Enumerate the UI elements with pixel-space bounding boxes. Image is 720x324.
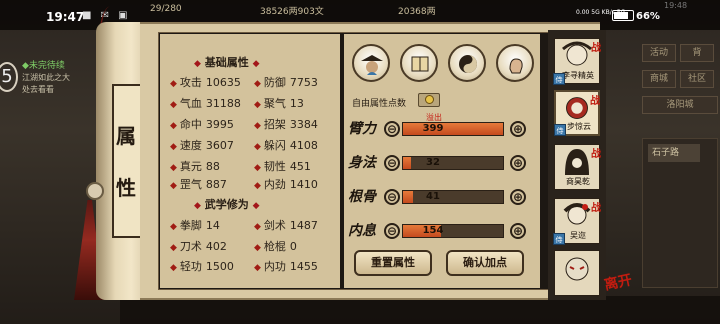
minus-button[interactable]: ⊖ (384, 223, 400, 239)
resource-silver: 20368两 (398, 7, 436, 17)
character-card[interactable]: 战 李寻精英 侍 (553, 38, 601, 85)
free-points-badge (418, 93, 440, 107)
attr-bar: 41 (402, 190, 504, 204)
martial-title: 武学修为 (204, 198, 249, 211)
stat-row: ◆ 内功 1455 (254, 260, 318, 273)
scroll-label (112, 84, 142, 238)
character-portrait-icon (565, 257, 589, 281)
confirm-points-button[interactable]: 确认加点 (446, 250, 524, 276)
stat-row: ◆ 命中 3995 (170, 118, 234, 131)
character-card-selected[interactable]: 战 步惊云 侍 (554, 90, 600, 136)
attr-strength-label: 臂力 (348, 121, 376, 137)
stat-row: ◆ 攻击 10635 (170, 76, 241, 89)
basic-attrs-heading: ◆ 基础属性 ◆ (194, 56, 260, 69)
attr-value: 32 (426, 157, 440, 168)
book-avatar-icon[interactable] (400, 44, 438, 82)
character-name: 商昊乾 (566, 177, 590, 186)
fist-avatar-icon[interactable] (496, 44, 534, 82)
yinyang-avatar-icon[interactable] (448, 44, 486, 82)
attr-value: 41 (426, 191, 440, 202)
stat-row: ◆ 躲闪 4108 (254, 139, 318, 152)
shop-button[interactable]: 商城 (642, 70, 676, 88)
minus-button[interactable]: ⊖ (384, 121, 400, 137)
scroll-title-char: 性 (116, 176, 136, 200)
society-button[interactable]: 社区 (680, 70, 714, 88)
minus-button[interactable]: ⊖ (384, 189, 400, 205)
attr-breath-label: 内息 (348, 223, 376, 239)
stat-row: ◆ 枪棍 0 (254, 240, 297, 253)
attendant-badge: 侍 (553, 73, 565, 85)
plus-button[interactable]: ⊕ (510, 121, 526, 137)
stat-row: ◆ 罡气 887 (170, 178, 227, 191)
b1-button[interactable]: 背 (680, 44, 714, 62)
character-card[interactable]: 战 商昊乾 (554, 144, 601, 190)
stat-row: ◆ 内劲 1410 (254, 178, 318, 191)
coin-icon (425, 95, 434, 104)
attr-bar: 32 (402, 156, 504, 170)
free-points-label: 自由属性点数 (352, 99, 407, 109)
resource-money: 38526两903文 (260, 7, 324, 17)
attendant-badge: 侍 (553, 233, 565, 245)
plus-button[interactable]: ⊕ (510, 223, 526, 239)
battery-icon (612, 10, 634, 21)
quest-line: 江湖如此之大 (22, 73, 70, 82)
reset-attributes-button[interactable]: 重置属性 (354, 250, 432, 276)
attr-constitution-label: 根骨 (348, 189, 376, 205)
stat-row: ◆ 刀术 402 (170, 240, 227, 253)
attr-bar: 399 (402, 122, 504, 136)
stat-row: ◆ 招架 3384 (254, 118, 318, 131)
map-label[interactable]: 洛阳城 (642, 96, 718, 114)
resource-stamina: 29/280 (150, 4, 182, 14)
hat-avatar-icon[interactable] (352, 44, 390, 82)
plus-button[interactable]: ⊕ (510, 155, 526, 171)
character-card[interactable] (554, 250, 600, 296)
stat-row: ◆ 韧性 451 (254, 160, 311, 173)
stat-row: ◆ 拳脚 14 (170, 219, 220, 232)
clock: 19:47 (46, 10, 85, 24)
location-field[interactable]: 石子路 (648, 144, 700, 162)
stat-row: ◆ 聚气 13 (254, 97, 304, 110)
scroll-title-char: 属 (116, 124, 136, 148)
battery-percent: 66% (636, 11, 660, 22)
attr-bar: 154 (402, 224, 504, 238)
stat-row: ◆ 防御 7753 (254, 76, 318, 89)
plus-button[interactable]: ⊕ (510, 189, 526, 205)
attr-agility-label: 身法 (348, 155, 376, 171)
character-card[interactable]: 战 吴迩 侍 (553, 198, 601, 245)
scroll-knob (86, 182, 104, 200)
activity-button[interactable]: 活动 (642, 44, 676, 62)
quest-title: ◆未完待续 (22, 61, 65, 71)
stat-row: ◆ 剑术 1487 (254, 219, 318, 232)
stat-row: ◆ 气血 31188 (170, 97, 241, 110)
stat-row: ◆ 速度 3607 (170, 139, 234, 152)
quest-line: 处去看看 (22, 85, 54, 94)
background-clock: 19:48 (664, 1, 688, 10)
stat-row: ◆ 真元 88 (170, 160, 220, 173)
attr-value: 399 (422, 123, 444, 134)
basic-attrs-title: 基础属性 (204, 56, 249, 69)
minus-button[interactable]: ⊖ (384, 155, 400, 171)
bottom-bar (120, 296, 720, 324)
martial-heading: ◆ 武学修为 ◆ (194, 198, 260, 211)
attendant-badge: 侍 (554, 124, 566, 136)
attr-value: 154 (422, 225, 444, 236)
stat-row: ◆ 轻功 1500 (170, 260, 234, 273)
